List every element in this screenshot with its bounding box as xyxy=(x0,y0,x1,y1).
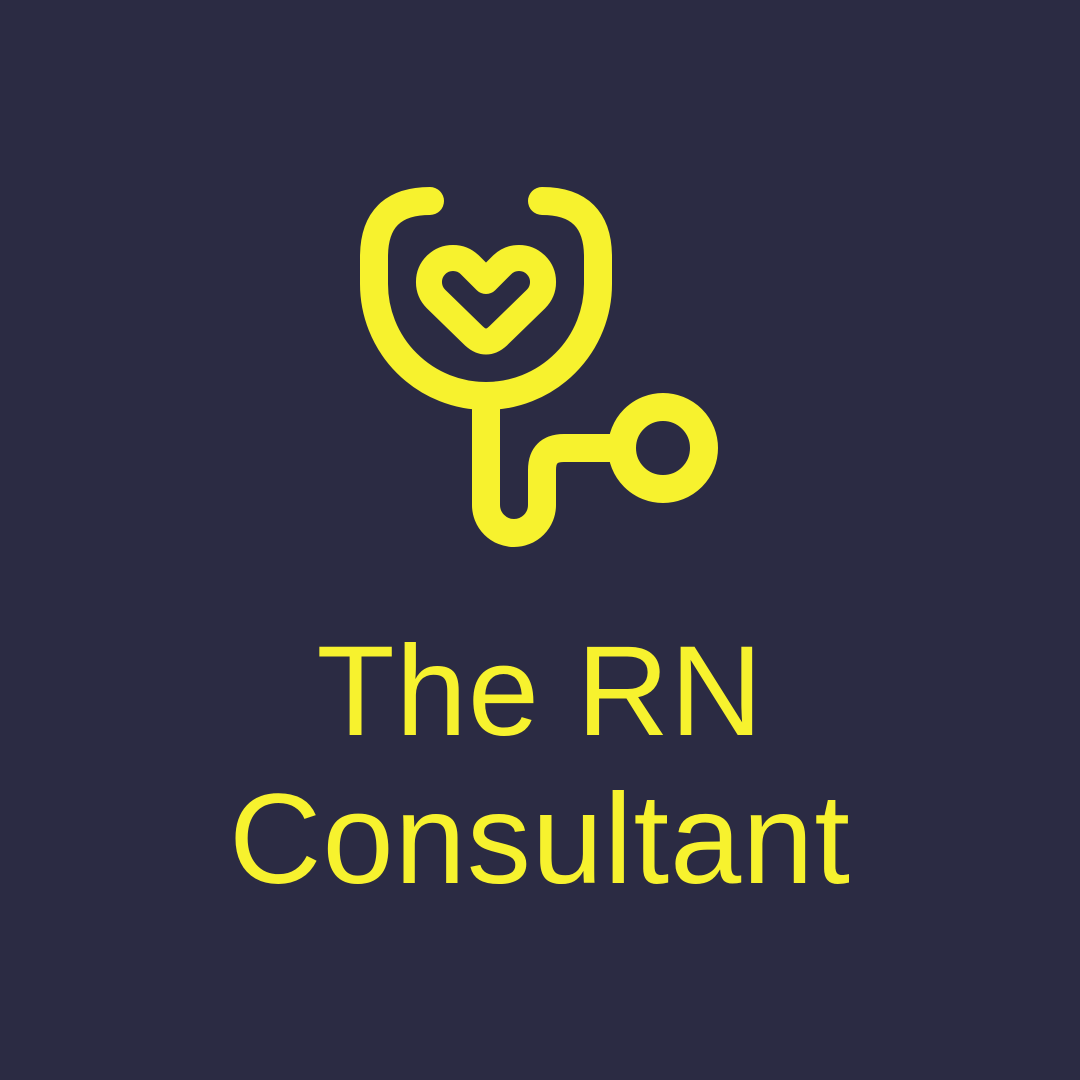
brand-name-line-1: The RN xyxy=(316,620,764,763)
brand-name-line-2: Consultant xyxy=(229,768,851,911)
stethoscope-tube xyxy=(472,382,636,547)
heart-icon xyxy=(415,244,557,355)
stethoscope-earpieces xyxy=(360,187,612,410)
stethoscope-heart-icon xyxy=(360,187,718,547)
stethoscope-chestpiece xyxy=(608,393,718,503)
